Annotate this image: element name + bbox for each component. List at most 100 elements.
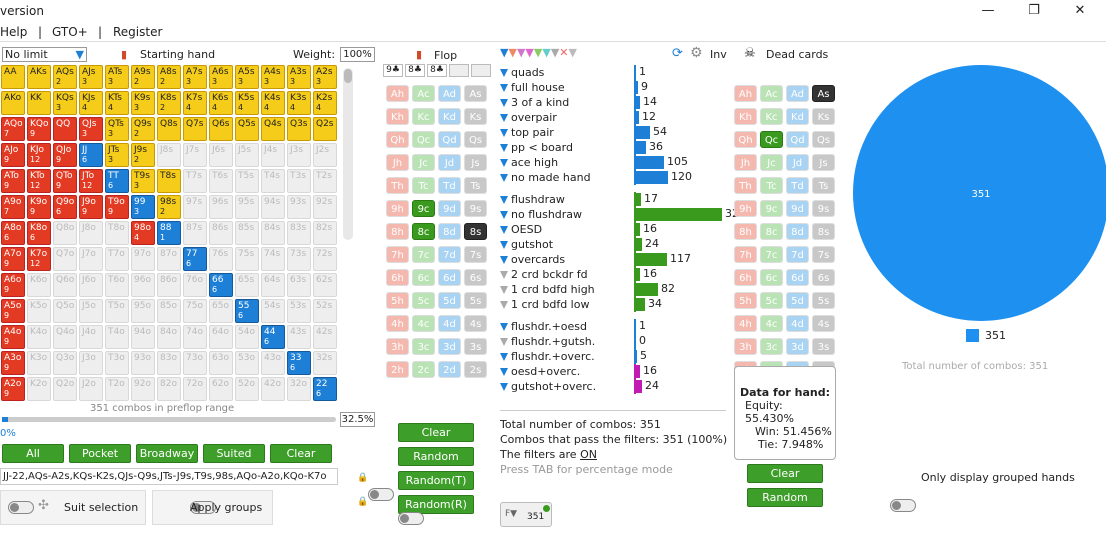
hand-cell[interactable]: K7o 12: [27, 247, 51, 271]
hand-cell[interactable]: A8s 2: [157, 65, 181, 89]
filters-on-link[interactable]: ON: [580, 448, 597, 461]
hand-cell[interactable]: Q2s: [313, 117, 337, 141]
dead-card[interactable]: 9s: [812, 200, 835, 217]
dead-card[interactable]: 5d: [786, 292, 809, 309]
dead-card[interactable]: 9d: [786, 200, 809, 217]
flop-card[interactable]: 5d: [438, 292, 461, 309]
filter-icon[interactable]: [500, 114, 508, 122]
filter-icon[interactable]: [500, 353, 508, 361]
flop-card[interactable]: 2d: [438, 361, 461, 378]
hand-cell[interactable]: 74s: [261, 247, 285, 271]
dead-card[interactable]: 5c: [760, 292, 783, 309]
dead-card[interactable]: Qc: [760, 131, 783, 148]
hand-cell[interactable]: 65s: [235, 273, 259, 297]
flop-card[interactable]: Kc: [412, 108, 435, 125]
dead-card[interactable]: Qs: [812, 131, 835, 148]
flop-card[interactable]: 5s: [464, 292, 487, 309]
hand-cell[interactable]: J7o: [79, 247, 103, 271]
filter-icon[interactable]: [500, 383, 508, 391]
flop-card[interactable]: 6s: [464, 269, 487, 286]
dead-card[interactable]: 6s: [812, 269, 835, 286]
percent-input[interactable]: 32.5%: [340, 412, 375, 427]
filter-icon[interactable]: [500, 144, 508, 152]
hand-cell[interactable]: 88 1: [157, 221, 181, 245]
dead-card[interactable]: Kc: [760, 108, 783, 125]
hand-cell[interactable]: K5o: [27, 299, 51, 323]
hand-cell[interactable]: QTs 3: [105, 117, 129, 141]
hand-cell[interactable]: J5o: [79, 299, 103, 323]
hand-cell[interactable]: Q7s: [183, 117, 207, 141]
hand-cell[interactable]: 98o 4: [131, 221, 155, 245]
flop-card[interactable]: 4h: [386, 315, 409, 332]
random-r-toggle[interactable]: [397, 512, 424, 525]
filter-icon[interactable]: [500, 271, 508, 279]
hand-cell[interactable]: J8s: [157, 143, 181, 167]
hand-cell[interactable]: T5o: [105, 299, 129, 323]
hand-cell[interactable]: TT 6: [105, 169, 129, 193]
dead-card[interactable]: 3d: [786, 338, 809, 355]
hand-cell[interactable]: 76s: [209, 247, 233, 271]
filter-icon[interactable]: [500, 99, 508, 107]
hand-cell[interactable]: KQs 3: [53, 91, 77, 115]
hand-cell[interactable]: A6o 9: [1, 273, 25, 297]
hand-cell[interactable]: 22 6: [313, 377, 337, 401]
hand-cell[interactable]: J9s 2: [131, 143, 155, 167]
hand-cell[interactable]: 99 3: [131, 195, 155, 219]
hand-cell[interactable]: 94o: [131, 325, 155, 349]
flop-card[interactable]: Js: [464, 154, 487, 171]
range-button-0[interactable]: All: [2, 444, 64, 463]
hand-cell[interactable]: AQs 2: [53, 65, 77, 89]
hand-cell[interactable]: Q5o: [53, 299, 77, 323]
dead-card[interactable]: 6d: [786, 269, 809, 286]
hand-cell[interactable]: 33 6: [287, 351, 311, 375]
dead-card[interactable]: 3s: [812, 338, 835, 355]
dead-card[interactable]: As: [812, 85, 835, 102]
hand-cell[interactable]: T7s: [183, 169, 207, 193]
hand-cell[interactable]: 43o: [261, 351, 285, 375]
dead-card[interactable]: 3c: [760, 338, 783, 355]
dead-card[interactable]: Js: [812, 154, 835, 171]
hand-cell[interactable]: KK: [27, 91, 51, 115]
flop-card-3[interactable]: 8♣: [427, 64, 447, 77]
hand-cell[interactable]: 44 6: [261, 325, 285, 349]
dead-card[interactable]: 8d: [786, 223, 809, 240]
hand-cell[interactable]: AKo: [1, 91, 25, 115]
hand-cell[interactable]: T6s: [209, 169, 233, 193]
hand-cell[interactable]: T2o: [105, 377, 129, 401]
hand-cell[interactable]: A8o 6: [1, 221, 25, 245]
flop-card-1[interactable]: 9♣: [383, 64, 403, 77]
dead-card[interactable]: 4h: [734, 315, 757, 332]
hand-cell[interactable]: 64o: [209, 325, 233, 349]
hand-cell[interactable]: J9o 9: [79, 195, 103, 219]
flop-card[interactable]: 7h: [386, 246, 409, 263]
close-button[interactable]: ✕: [1058, 0, 1102, 22]
hand-cell[interactable]: A3s 3: [287, 65, 311, 89]
dead-card[interactable]: Jh: [734, 154, 757, 171]
range-button-4[interactable]: Clear: [270, 444, 332, 463]
hand-cell[interactable]: T5s: [235, 169, 259, 193]
range-button-2[interactable]: Broadway: [136, 444, 198, 463]
flop-card[interactable]: Ah: [386, 85, 409, 102]
hand-cell[interactable]: Q3o: [53, 351, 77, 375]
hand-cell[interactable]: Q7o: [53, 247, 77, 271]
flop-card[interactable]: As: [464, 85, 487, 102]
hand-cell[interactable]: Q2o: [53, 377, 77, 401]
hand-cell[interactable]: 87s: [183, 221, 207, 245]
dead-card[interactable]: Tc: [760, 177, 783, 194]
hand-cell[interactable]: 83s: [287, 221, 311, 245]
flop-card[interactable]: 7s: [464, 246, 487, 263]
hand-cell[interactable]: 95s: [235, 195, 259, 219]
hand-cell[interactable]: 93o: [131, 351, 155, 375]
dead-card[interactable]: 3h: [734, 338, 757, 355]
filter-icon[interactable]: [500, 323, 508, 331]
hand-cell[interactable]: K7s 4: [183, 91, 207, 115]
hand-cell[interactable]: K6s 4: [209, 91, 233, 115]
filter-row[interactable]: full house: [500, 80, 630, 95]
flop-card[interactable]: 4s: [464, 315, 487, 332]
flop-card[interactable]: 3c: [412, 338, 435, 355]
hand-cell[interactable]: KTs 4: [105, 91, 129, 115]
hand-cell[interactable]: 62s: [313, 273, 337, 297]
flop-card[interactable]: 6h: [386, 269, 409, 286]
hand-cell[interactable]: 82s: [313, 221, 337, 245]
hand-cell[interactable]: T8o: [105, 221, 129, 245]
